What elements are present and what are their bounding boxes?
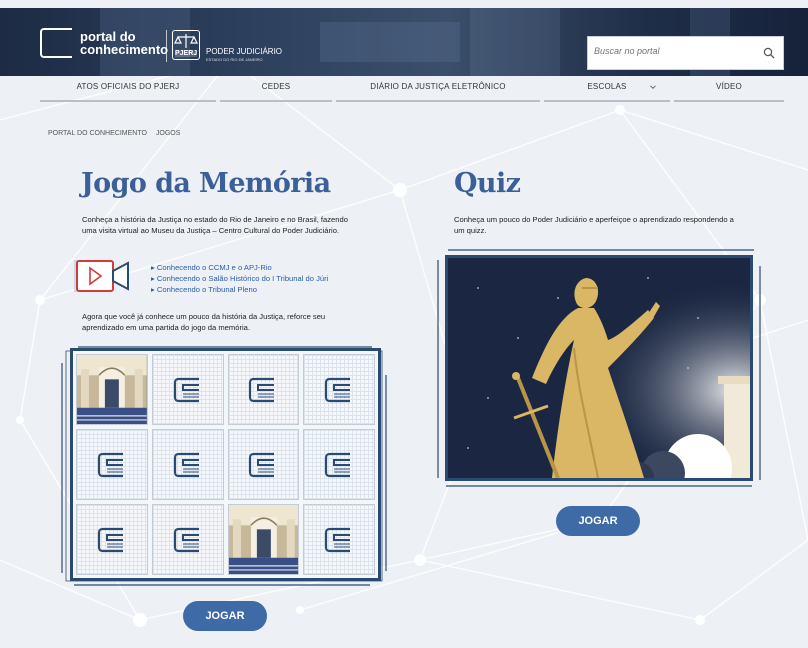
nav-item-video[interactable]: VÍDEO — [674, 78, 784, 102]
memory-card-hidden[interactable] — [151, 354, 224, 425]
memory-links: Conhecendo o CCMJ e o APJ-Rio Conhecendo… — [151, 262, 328, 295]
portal-logo-card-icon — [325, 452, 351, 477]
portal-logo-icon[interactable] — [40, 28, 72, 58]
memory-card-hidden[interactable] — [303, 504, 375, 575]
nav-item-atos-oficiais[interactable]: ATOS OFICIAIS DO PJERJ — [40, 78, 216, 102]
museum-hall-photo — [77, 355, 147, 424]
justice-goddess-image — [448, 258, 750, 478]
pjerj-seal-icon[interactable]: PJERJ — [172, 30, 200, 60]
quiz-title: Quiz — [454, 168, 521, 199]
org-title: PODER JUDICIÁRIO — [206, 47, 283, 56]
memory-card-hidden[interactable] — [227, 429, 300, 500]
search-icon[interactable] — [763, 47, 775, 59]
memory-card-hidden[interactable] — [151, 429, 224, 500]
memory-card-hidden[interactable] — [151, 504, 224, 575]
logo-line-2: conhecimento — [80, 42, 169, 57]
memory-intro-text: Conheça a história da Justiça no estado … — [82, 215, 348, 235]
portal-logo-card-icon — [97, 527, 123, 552]
portal-logo-card-icon — [325, 377, 351, 402]
search-box[interactable] — [587, 36, 784, 70]
link-tribunal-pleno[interactable]: Conhecendo o Tribunal Pleno — [151, 284, 328, 295]
link-ccmj-apj[interactable]: Conhecendo o CCMJ e o APJ-Rio — [151, 262, 328, 273]
main-nav: ATOS OFICIAIS DO PJERJ CEDES DIÁRIO DA J… — [40, 78, 784, 102]
portal-logo-card-icon — [97, 452, 123, 477]
portal-logo-card-icon — [249, 452, 275, 477]
memory-card-revealed[interactable] — [76, 354, 148, 425]
portal-logo-card-icon — [173, 377, 199, 402]
nav-item-escolas[interactable]: ESCOLAS — [544, 78, 670, 102]
quiz-intro-text: Conheça um pouco do Poder Judiciário e a… — [454, 215, 734, 235]
memory-outro-text: Agora que você já conhece um pouco da hi… — [82, 312, 326, 332]
breadcrumb: PORTAL DO CONHECIMENTO JOGOS — [48, 130, 187, 137]
link-salao-historico[interactable]: Conhecendo o Salão Histórico do I Tribun… — [151, 273, 328, 284]
memory-card-hidden[interactable] — [303, 429, 375, 500]
memory-card-hidden[interactable] — [76, 504, 148, 575]
portal-logo-card-icon — [325, 527, 351, 552]
justice-illustration[interactable] — [445, 255, 753, 481]
portal-logo-card-icon — [173, 527, 199, 552]
nav-item-diario-justica[interactable]: DIÁRIO DA JUSTIÇA ELETRÔNICO — [336, 78, 540, 102]
memory-card-revealed[interactable] — [227, 504, 300, 575]
portal-logo-text[interactable]: portal do conhecimento — [80, 30, 168, 56]
nav-item-escolas-label: ESCOLAS — [587, 82, 627, 91]
memory-play-button[interactable]: JOGAR — [183, 601, 267, 631]
memory-game-title: Jogo da Memória — [81, 168, 331, 199]
portal-logo-card-icon — [249, 377, 275, 402]
museum-hall-photo — [228, 505, 299, 574]
search-input[interactable] — [594, 46, 754, 56]
memory-card-hidden[interactable] — [227, 354, 300, 425]
site-header: portal do conhecimento PJERJ PODER JUDIC… — [0, 8, 808, 76]
memory-card-hidden[interactable] — [76, 429, 148, 500]
org-subtitle: ESTADO DO RIO DE JANEIRO — [206, 57, 263, 62]
memory-card-hidden[interactable] — [303, 354, 375, 425]
video-camera-icon — [74, 260, 129, 292]
logo-divider — [166, 30, 167, 62]
seal-label: PJERJ — [175, 50, 198, 57]
portal-logo-card-icon — [173, 452, 199, 477]
breadcrumb-current: JOGOS — [155, 130, 181, 137]
breadcrumb-home[interactable]: PORTAL DO CONHECIMENTO — [48, 130, 147, 137]
quiz-play-button[interactable]: JOGAR — [556, 506, 640, 536]
memory-board — [70, 348, 381, 581]
chevron-down-icon — [650, 85, 656, 89]
nav-item-cedes[interactable]: CEDES — [220, 78, 332, 102]
